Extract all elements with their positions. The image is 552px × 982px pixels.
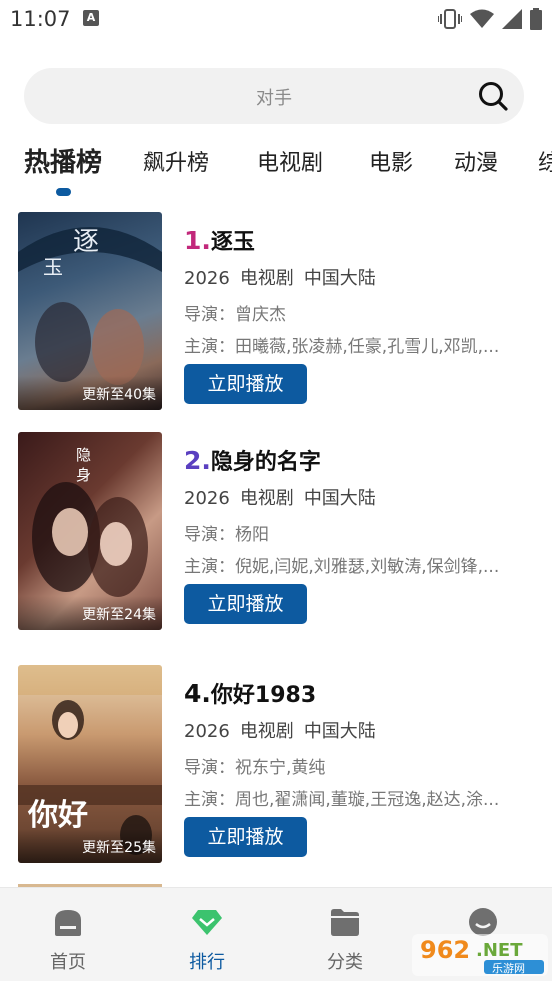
tab-movie[interactable]: 电影 [369,145,413,177]
cast: 主演：田曦薇,张凌赫,任豪,孔雪儿,邓凯,... [184,337,500,357]
poster-image[interactable]: 隐 身 更新至24集 [18,432,162,630]
folder-icon [331,909,359,936]
poster-title-text: 隐 [76,446,91,464]
director: 导演：祝东宁,黄纯 [184,758,326,778]
update-status: 更新至25集 [82,840,156,856]
poster-title-text: 逐 [73,227,99,257]
genre: 电视剧 [239,268,294,289]
search-placeholder: 对手 [256,88,292,109]
signal-icon [502,9,522,29]
home-icon [55,910,81,936]
item-title: 2.隐身的名字 [184,444,321,476]
title-text: 你好1983 [210,683,317,708]
svg-text:乐游网: 乐游网 [492,962,525,975]
year: 2026 [184,488,230,509]
item-meta: 2026 电视剧 中国大陆 [184,484,386,510]
ranking-diamond-icon [192,910,222,935]
region: 中国大陆 [303,721,376,742]
battery-icon [530,8,542,30]
poster-title-text: 身 [76,466,91,484]
list-item[interactable]: 你好 更新至25集 4.你好1983 2026 电视剧 中国大陆 导演：祝东宁,黄纯… [0,665,552,865]
title-text: 隐身的名字 [210,450,321,475]
search-icon[interactable] [478,81,508,111]
nav-label: 分类 [327,952,363,973]
update-status: 更新至40集 [82,387,156,403]
nav-category[interactable]: 分类 [295,888,395,982]
item-meta: 2026 电视剧 中国大陆 [184,264,386,290]
region: 中国大陆 [303,268,376,289]
tab-anime[interactable]: 动漫 [454,145,498,177]
category-tabs: 热播榜 飙升榜 电视剧 电影 动漫 综 [0,142,552,202]
active-tab-indicator [56,188,71,196]
list-item[interactable]: 逐 玉 更新至40集 1.逐玉 2026 电视剧 中国大陆 导演：曾庆杰 主演：田曦… [0,212,552,412]
region: 中国大陆 [303,488,376,509]
item-meta: 2026 电视剧 中国大陆 [184,717,386,743]
update-status: 更新至24集 [82,607,156,623]
poster-image[interactable]: 你好 更新至25集 [18,665,162,863]
item-title: 1.逐玉 [184,224,255,256]
status-time: 11:07 [10,7,71,31]
nav-label: 排行 [189,952,225,973]
status-bar: 11:07 A [0,0,552,40]
item-title: 4.你好1983 [184,677,316,709]
title-text: 逐玉 [210,230,255,255]
cast: 主演：周也,翟潇闻,董璇,王冠逸,赵达,涂... [184,790,500,810]
nav-ranking[interactable]: 排行 [157,888,257,982]
vibrate-icon [438,9,462,29]
tab-hot[interactable]: 热播榜 [24,142,102,179]
search-input[interactable]: 对手 [24,68,524,124]
director: 导演：曾庆杰 [184,305,286,325]
nav-home[interactable]: 首页 [18,888,118,982]
status-icons [438,8,542,30]
notification-icon: A [83,10,99,26]
svg-text:.NET: .NET [476,940,523,961]
svg-text:962: 962 [420,936,470,964]
year: 2026 [184,721,230,742]
tab-rising[interactable]: 飙升榜 [143,145,209,177]
poster-title-text: 你好 [27,798,88,833]
play-button[interactable]: 立即播放 [184,364,307,404]
site-watermark-logo: 962 .NET 乐游网 [412,934,548,976]
rank-number: 1. [184,226,211,255]
tab-variety[interactable]: 综 [538,145,552,177]
tab-tv[interactable]: 电视剧 [257,145,323,177]
nav-label: 首页 [50,952,86,973]
year: 2026 [184,268,230,289]
wifi-icon [470,9,494,28]
genre: 电视剧 [239,721,294,742]
director: 导演：杨阳 [184,525,269,545]
play-button[interactable]: 立即播放 [184,817,307,857]
rank-number: 2. [184,446,211,475]
play-button[interactable]: 立即播放 [184,584,307,624]
genre: 电视剧 [239,488,294,509]
poster-title-text: 玉 [43,255,63,279]
list-item[interactable]: 隐 身 更新至24集 2.隐身的名字 2026 电视剧 中国大陆 导演：杨阳 主演：… [0,432,552,632]
rank-number: 4. [184,679,211,708]
cast: 主演：倪妮,闫妮,刘雅瑟,刘敏涛,保剑锋,... [184,557,500,577]
poster-image[interactable]: 逐 玉 更新至40集 [18,212,162,410]
